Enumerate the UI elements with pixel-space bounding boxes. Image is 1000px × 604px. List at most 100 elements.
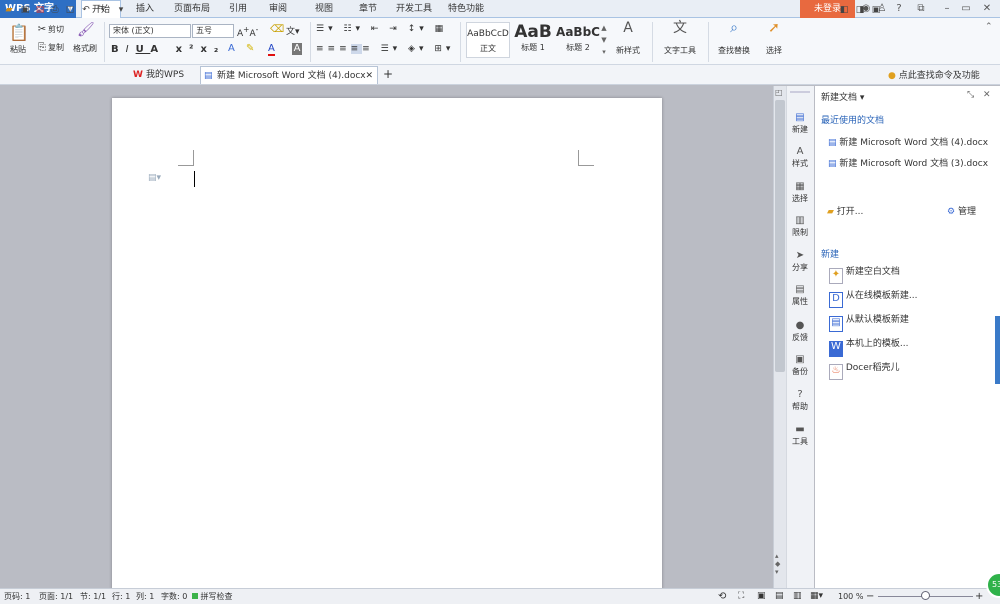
sidetab-label: 备份 xyxy=(792,367,808,376)
maximize-icon[interactable]: ▭ xyxy=(960,3,972,15)
cut-button[interactable]: ✂ 剪切 xyxy=(36,24,72,36)
sidetab-properties[interactable]: ▤ 属性 xyxy=(786,284,814,307)
zoom-level[interactable]: 100 % xyxy=(838,589,863,604)
open-file-link[interactable]: ▰ 打开... xyxy=(827,204,863,217)
style-heading1[interactable]: AaB 标题 1 xyxy=(511,22,555,58)
docer-item[interactable]: ♨ Docer稻壳儿 xyxy=(829,363,900,380)
status-word-count[interactable]: 字数: 0 xyxy=(161,589,187,604)
zoom-out-icon[interactable]: − xyxy=(866,589,874,604)
web-view-icon[interactable]: ▥ xyxy=(793,589,802,604)
pane-pin-icon[interactable]: ⤡ xyxy=(967,90,974,100)
pdf-icon[interactable]: ▤ xyxy=(34,4,46,16)
sidetab-select[interactable]: ▦ 选择 xyxy=(786,181,814,204)
sidetab-tools[interactable]: ▬ 工具 xyxy=(786,424,814,447)
font-name-select[interactable]: 宋体 (正文) xyxy=(109,24,191,38)
scrollbar-thumb[interactable] xyxy=(775,100,785,372)
page-nav-icons[interactable]: ▴ ◆ ▾ xyxy=(775,552,780,576)
doc-tab-current[interactable]: ▤ 新建 Microsoft Word 文档 (4).docx ✕ xyxy=(200,66,378,84)
style-gallery-scroll[interactable]: ▲ ▼ ▾ xyxy=(600,22,608,58)
new-blank-doc-item[interactable]: ✦ 新建空白文档 xyxy=(829,267,900,284)
grow-shrink-font[interactable]: A+A- xyxy=(237,25,267,39)
tab-page-layout[interactable]: 页面布局 xyxy=(170,0,214,18)
sidetab-help[interactable]: ? 帮助 xyxy=(786,389,814,412)
new-tab-icon[interactable]: + xyxy=(383,67,393,81)
pane-edge-handle[interactable] xyxy=(995,316,1000,384)
preview-icon[interactable]: ◫ xyxy=(64,4,76,16)
spell-check-toggle[interactable]: 拼写检查 xyxy=(192,589,233,604)
open-icon[interactable]: ▰ xyxy=(3,4,15,16)
select-icon: ▦ xyxy=(795,181,805,192)
close-icon[interactable]: ✕ xyxy=(981,3,993,15)
format-painter-button[interactable]: 🖌 格式刷 xyxy=(70,23,100,54)
char-shading-icon[interactable]: A xyxy=(292,43,302,55)
sidetab-style[interactable]: A 样式 xyxy=(786,146,814,169)
local-template-item[interactable]: W 本机上的模板... xyxy=(829,339,908,357)
select-button[interactable]: ➚ 选择 xyxy=(758,21,790,56)
minimize-icon[interactable]: – xyxy=(941,3,953,15)
print-icon[interactable]: ⎙ xyxy=(49,4,61,16)
new-item-label: 从在线模板新建... xyxy=(845,291,918,301)
zoom-slider-handle[interactable] xyxy=(921,591,930,600)
text-effect-icon[interactable]: A xyxy=(228,43,235,54)
close-tab-icon[interactable]: ✕ xyxy=(365,67,373,85)
sidetab-new[interactable]: ▤ 新建 xyxy=(786,112,814,135)
style-heading2[interactable]: AaBbC 标题 2 xyxy=(556,22,600,58)
scroll-top-icon[interactable]: ◰ xyxy=(775,88,783,97)
tab-insert[interactable]: 插入 xyxy=(128,0,162,18)
highlight-icon[interactable]: ✎ xyxy=(246,43,254,54)
tab-references[interactable]: 引用 xyxy=(222,0,254,18)
sidetab-backup[interactable]: ▣ 备份 xyxy=(786,354,814,377)
tab-special[interactable]: 特色功能 xyxy=(444,0,488,18)
window-icon[interactable]: ▣ xyxy=(870,4,882,16)
sidetab-restrict[interactable]: ▥ 限制 xyxy=(786,215,814,238)
redo-icon[interactable]: ↷ xyxy=(95,4,107,16)
manage-link[interactable]: ⚙ 管理 xyxy=(947,204,976,217)
sidetab-share[interactable]: ➤ 分享 xyxy=(786,250,814,273)
zoom-in-icon[interactable]: + xyxy=(975,589,983,604)
tab-review[interactable]: 审阅 xyxy=(262,0,294,18)
paragraph-handle-icon[interactable]: ▤▾ xyxy=(148,173,161,183)
doc-tab-my-wps[interactable]: W 我的WPS xyxy=(130,66,198,84)
style-normal[interactable]: AaBbCcD 正文 xyxy=(466,22,510,58)
read-view-icon[interactable]: ▦▾ xyxy=(810,589,823,604)
sidetab-feedback[interactable]: ● 反馈 xyxy=(786,320,814,343)
pane-title[interactable]: 新建文档 ▾ xyxy=(821,90,864,103)
copy-button[interactable]: ⎘ 复制 xyxy=(36,42,72,54)
phonetic-icon[interactable]: 文▾ xyxy=(286,24,304,37)
nav-forward-icon[interactable]: ◨ xyxy=(854,4,866,16)
sidetab-label: 属性 xyxy=(792,297,808,306)
page-view-icon[interactable]: ▣ xyxy=(757,589,766,604)
collapse-ribbon-icon[interactable]: ⌃ xyxy=(985,22,993,32)
fullscreen-icon[interactable]: ⛶ xyxy=(738,589,744,604)
clear-format-icon[interactable]: ⌫ xyxy=(270,24,284,35)
align-buttons[interactable]: ≡≡≡≡≡ ☰▾ ◈▾ ⊞▾ xyxy=(316,44,454,54)
find-replace-button[interactable]: ⌕ 查找替换 xyxy=(712,21,756,56)
font-color-icon[interactable]: A xyxy=(268,43,275,56)
nav-back-icon[interactable]: ◧ xyxy=(838,4,850,16)
customize-arrow-icon[interactable]: ▾ xyxy=(115,4,127,16)
outline-view-icon[interactable]: ▤ xyxy=(775,589,784,604)
text-tools-button[interactable]: 文文字工具 xyxy=(658,21,702,56)
copy-icon: ⎘ xyxy=(38,42,46,53)
save-icon[interactable]: ▣ xyxy=(19,4,31,16)
font-format-row[interactable]: BIUA x²x₂ xyxy=(111,44,311,55)
find-command-link[interactable]: ● 点此查找命令及功能 xyxy=(888,68,980,81)
online-template-item[interactable]: D 从在线模板新建... xyxy=(829,291,917,308)
tab-view[interactable]: 视图 xyxy=(308,0,340,18)
restore-icon[interactable]: ⧉ xyxy=(915,3,927,15)
recent-doc-item[interactable]: ▤ 新建 Microsoft Word 文档 (4).docx xyxy=(828,135,988,149)
undo-icon[interactable]: ↶ xyxy=(80,4,92,16)
new-style-button[interactable]: A 新样式 xyxy=(611,21,645,56)
share-icon: ➤ xyxy=(795,250,805,261)
list-buttons[interactable]: ☰▾ ☷▾ ⇤ ⇥ ↕▾ ▦ xyxy=(316,24,447,34)
tab-developer[interactable]: 开发工具 xyxy=(392,0,436,18)
default-template-item[interactable]: ▤ 从默认模板新建 xyxy=(829,315,909,332)
font-size-select[interactable]: 五号 xyxy=(192,24,234,38)
pane-close-icon[interactable]: ✕ xyxy=(983,90,991,100)
tab-chapter[interactable]: 章节 xyxy=(352,0,384,18)
paste-button[interactable]: 📋 粘贴 xyxy=(5,24,31,55)
history-icon[interactable]: ⟲ xyxy=(718,589,726,604)
recent-doc-item[interactable]: ▤ 新建 Microsoft Word 文档 (3).docx xyxy=(828,156,988,170)
help-icon[interactable]: ? xyxy=(893,3,905,15)
lightbulb-icon: ● xyxy=(888,71,896,81)
